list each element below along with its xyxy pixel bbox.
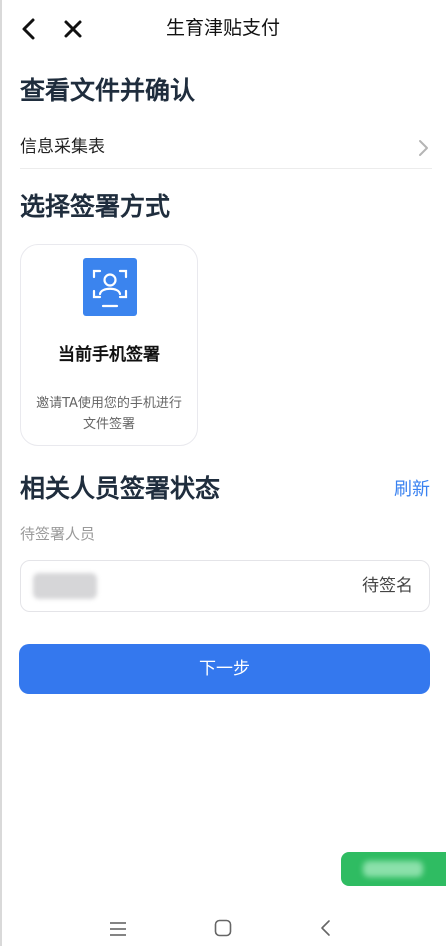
menu-icon[interactable]	[108, 920, 128, 938]
next-step-button[interactable]: 下一步	[19, 644, 430, 694]
signer-name-redacted	[33, 573, 97, 599]
top-navbar: 生育津贴支付	[0, 0, 446, 56]
back-icon[interactable]	[318, 918, 334, 938]
refresh-link[interactable]: 刷新	[394, 476, 430, 504]
sign-section-title: 选择签署方式	[20, 192, 171, 221]
status-section-title: 相关人员签署状态	[20, 474, 221, 503]
sign-option-current-phone[interactable]: 当前手机签署 邀请TA使用您的手机进行文件签署	[20, 244, 198, 446]
file-item-info-form[interactable]: 信息采集表	[20, 128, 432, 169]
sign-option-title: 当前手机签署	[58, 345, 160, 365]
home-icon[interactable]	[213, 918, 233, 938]
pending-signers-label: 待签署人员	[20, 525, 96, 543]
floating-pill-redacted	[363, 861, 423, 877]
file-item-label: 信息采集表	[20, 137, 105, 157]
left-edge-border	[0, 0, 2, 946]
floating-action-pill[interactable]	[341, 852, 446, 886]
chevron-right-icon	[419, 140, 428, 156]
sign-option-description: 邀请TA使用您的手机进行文件签署	[36, 396, 182, 432]
system-nav-bar	[0, 912, 446, 946]
page-title: 生育津贴支付	[165, 17, 280, 39]
signer-status: 待签名	[362, 576, 413, 596]
file-section-title: 查看文件并确认	[20, 76, 196, 105]
signer-row[interactable]: 待签名	[20, 560, 430, 612]
face-recognition-icon	[83, 258, 137, 316]
